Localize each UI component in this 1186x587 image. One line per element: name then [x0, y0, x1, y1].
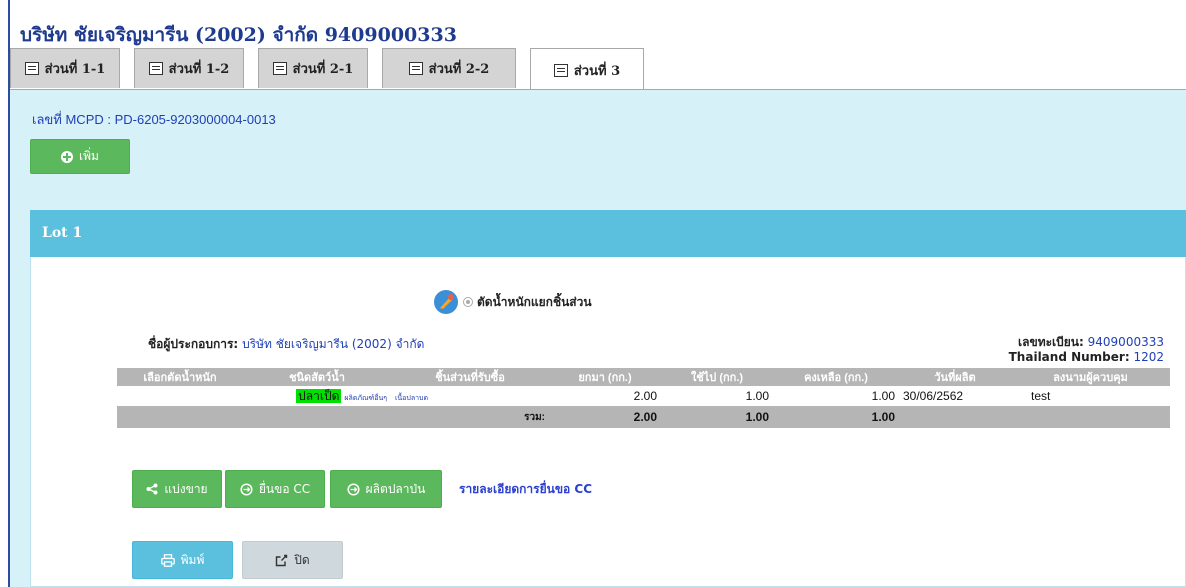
column-header: ชนิดสัตว์น้ำ [243, 368, 391, 386]
registration-value: 9409000333 [1087, 335, 1164, 349]
part-cell: เนื้อปลาบด [391, 386, 549, 406]
column-header: ชิ้นส่วนที่รับซื้อ [391, 368, 549, 386]
table-header-row: เลือกตัดน้ำหนัก ชนิดสัตว์น้ำ ชิ้นส่วนที่… [117, 368, 1170, 386]
tab-label: ส่วนที่ 1-1 [44, 62, 106, 77]
cut-weight-option: ตัดน้ำหนักแยกชิ้นส่วน [433, 289, 592, 315]
total-brought: 2.00 [549, 406, 661, 428]
print-button[interactable]: พิมพ์ [132, 541, 233, 579]
total-used: 1.00 [661, 406, 773, 428]
lot-header [30, 210, 1186, 257]
signer-cell: test [1031, 389, 1051, 403]
tab-label: ส่วนที่ 3 [573, 63, 621, 79]
operator-value: บริษัท ชัยเจริญมารีน (2002) จำกัด [242, 337, 425, 351]
external-close-icon [276, 554, 288, 566]
add-button-label: เพิ่ม [79, 149, 99, 163]
table-icon [553, 63, 568, 77]
cut-weight-radio[interactable] [463, 297, 473, 307]
table-icon [272, 62, 287, 75]
column-header: ยกมา (กก.) [549, 368, 661, 386]
tab-label: ส่วนที่ 2-1 [292, 62, 354, 77]
total-label: รวม: [117, 406, 549, 428]
remain-cell: 1.00 [871, 389, 895, 403]
total-remain: 1.00 [773, 406, 899, 428]
print-label: พิมพ์ [180, 552, 205, 567]
total-empty [899, 406, 1011, 428]
tab-part-2-2[interactable]: ส่วนที่ 2-2 [382, 48, 516, 88]
table-icon [148, 62, 163, 75]
circle-arrow-icon [240, 482, 253, 496]
plus-circle-icon [61, 150, 74, 163]
brought-cell: 2.00 [633, 389, 657, 403]
add-button[interactable]: เพิ่ม [30, 139, 130, 174]
fishmeal-button[interactable]: ผลิตปลาป่น [330, 470, 442, 508]
circle-arrow-icon [347, 482, 360, 496]
share-icon [146, 483, 158, 495]
tab-label: ส่วนที่ 2-2 [428, 62, 490, 77]
select-cut-cell [117, 386, 243, 406]
species-cell: ปลาเป็ด ผลิตภัณฑ์อื่นๆ [243, 386, 391, 406]
column-header: คงเหลือ (กก.) [773, 368, 899, 386]
part-value: เนื้อปลาบด [395, 394, 429, 402]
request-cc-label: ยื่นขอ CC [258, 481, 311, 496]
fishmeal-label: ผลิตปลาป่น [365, 481, 426, 496]
company-title: บริษัท ชัยเจริญมารีน (2002) จำกัด 940900… [20, 24, 457, 46]
close-button[interactable]: ปิด [242, 541, 343, 579]
thailand-number-value: 1202 [1133, 350, 1164, 364]
thailand-number-label: Thailand Number: [1008, 350, 1130, 364]
split-sale-button[interactable]: แบ่งขาย [132, 470, 222, 508]
print-icon [160, 553, 175, 567]
table-icon [24, 62, 39, 75]
column-header: ใช้ไป (กก.) [661, 368, 773, 386]
column-header: เลือกตัดน้ำหนัก [117, 368, 243, 386]
species-name: ปลาเป็ด [296, 388, 342, 403]
request-cc-button[interactable]: ยื่นขอ CC [225, 470, 325, 508]
registration-info: เลขทะเบียน: 9409000333 Thailand Number: … [1009, 335, 1164, 365]
cc-details-link[interactable]: รายละเอียดการยื่นขอ CC [459, 480, 592, 499]
table-icon [408, 62, 423, 75]
tab-part-3[interactable]: ส่วนที่ 3 [530, 48, 644, 91]
lot-table: เลือกตัดน้ำหนัก ชนิดสัตว์น้ำ ชิ้นส่วนที่… [117, 368, 1170, 428]
tab-part-2-1[interactable]: ส่วนที่ 2-1 [258, 48, 368, 88]
split-sale-label: แบ่งขาย [164, 481, 208, 496]
operator-label: ชื่อผู้ประกอบการ: [148, 337, 239, 351]
tab-part-1-2[interactable]: ส่วนที่ 1-2 [134, 48, 244, 88]
operator-info: ชื่อผู้ประกอบการ: บริษัท ชัยเจริญมารีน (… [148, 335, 424, 354]
tab-part-1-1[interactable]: ส่วนที่ 1-1 [10, 48, 120, 88]
total-row: รวม: 2.00 1.00 1.00 [117, 406, 1170, 428]
table-row: ปลาเป็ด ผลิตภัณฑ์อื่นๆ เนื้อปลาบด 2.00 1.… [117, 386, 1170, 406]
column-header: ลงนามผู้ควบคุม [1011, 368, 1170, 386]
total-empty [1011, 406, 1170, 428]
cut-weight-label: ตัดน้ำหนักแยกชิ้นส่วน [477, 294, 592, 309]
species-note: ผลิตภัณฑ์อื่นๆ [344, 394, 387, 402]
date-cell: 30/06/2562 [903, 389, 964, 403]
used-cell: 1.00 [745, 389, 769, 403]
column-header: วันที่ผลิต [899, 368, 1011, 386]
cut-badge-icon [434, 290, 458, 314]
tab-label: ส่วนที่ 1-2 [168, 62, 230, 77]
lot-title: Lot 1 [42, 225, 83, 241]
registration-label: เลขทะเบียน: [1018, 335, 1084, 349]
close-label: ปิด [294, 552, 310, 567]
mcpd-number: เลขที่ MCPD : PD-6205-9203000004-0013 [32, 112, 276, 127]
